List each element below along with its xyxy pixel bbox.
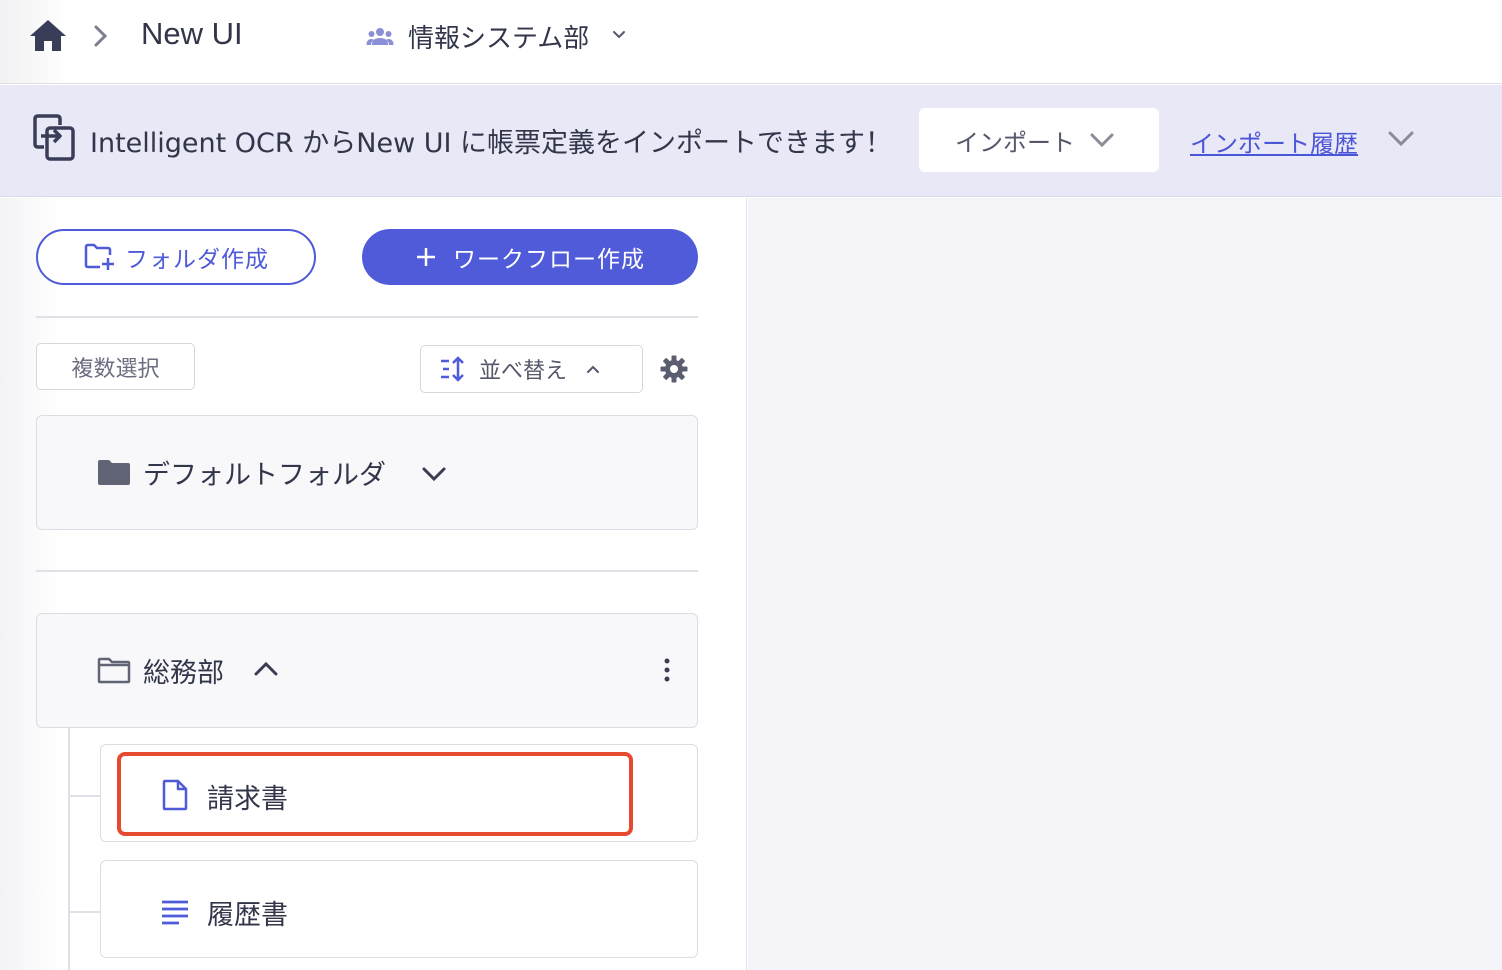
department-label: 情報システム部: [408, 23, 590, 54]
tree-branch: [68, 795, 102, 797]
folder-outline-icon: [97, 657, 131, 684]
folder-icon: [98, 460, 130, 485]
sort-icon: [441, 356, 464, 382]
more-vertical-icon[interactable]: [663, 657, 671, 683]
list-lines-icon: [162, 900, 188, 925]
highlight-annotation: [117, 752, 633, 836]
create-folder-label: フォルダ作成: [125, 247, 269, 273]
chevron-down-icon[interactable]: [1387, 130, 1415, 148]
sort-label: 並べ替え: [479, 359, 568, 384]
chevron-down-icon[interactable]: [421, 466, 447, 482]
gear-icon[interactable]: [659, 354, 689, 384]
chevron-up-icon: [587, 365, 600, 373]
chevron-right-icon: [94, 25, 108, 47]
tree-connector: [68, 728, 70, 970]
folder-default[interactable]: デフォルトフォルダ: [36, 415, 698, 530]
sort-button[interactable]: 並べ替え: [420, 345, 643, 393]
chevron-up-icon[interactable]: [253, 661, 279, 677]
folder-label: 総務部: [143, 658, 224, 689]
folder-general-affairs[interactable]: 総務部: [36, 613, 698, 728]
multi-select-label: 複数選択: [71, 356, 160, 382]
import-dropdown[interactable]: インポート: [919, 108, 1159, 172]
folder-label: デフォルトフォルダ: [143, 460, 386, 491]
home-icon[interactable]: [27, 17, 69, 55]
folder-plus-icon: [84, 243, 114, 270]
team-icon: [366, 28, 394, 45]
create-workflow-label: ワークフロー作成: [453, 247, 645, 273]
import-history-link[interactable]: インポート履歴: [1190, 124, 1358, 159]
create-workflow-button[interactable]: ワークフロー作成: [362, 229, 698, 285]
sidebar-panel: [0, 198, 747, 970]
multi-select-button[interactable]: 複数選択: [36, 343, 195, 390]
import-icon: [33, 114, 75, 161]
department-selector[interactable]: 情報システム部: [366, 16, 627, 56]
page-title: New UI: [141, 16, 243, 51]
import-label: インポート: [955, 128, 1075, 157]
plus-icon: [417, 248, 435, 266]
chevron-down-icon: [613, 31, 626, 39]
main-content-area: [748, 198, 1502, 970]
chevron-down-icon: [1090, 133, 1114, 148]
divider: [36, 570, 698, 572]
workflow-item-resume[interactable]: 履歴書: [100, 860, 698, 958]
tree-branch: [68, 911, 102, 913]
item-label: 履歴書: [207, 900, 288, 931]
divider: [36, 316, 698, 318]
banner-message: Intelligent OCR からNew UI に帳票定義をインポートできます…: [90, 128, 893, 159]
create-folder-button[interactable]: フォルダ作成: [36, 229, 316, 285]
